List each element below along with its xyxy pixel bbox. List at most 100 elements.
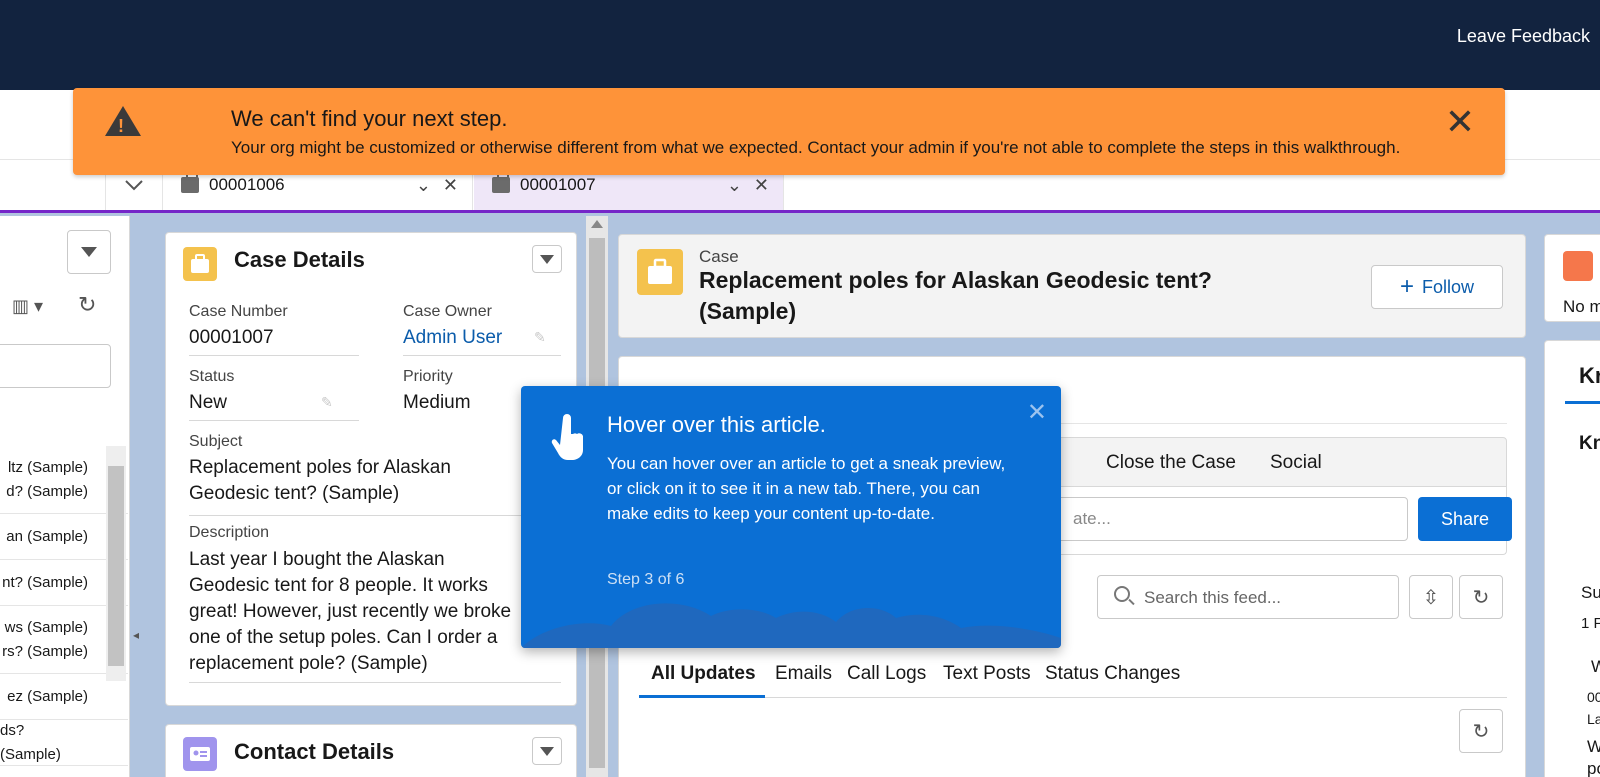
tab-social[interactable]: Social (1270, 452, 1322, 474)
follow-button[interactable]: + Follow (1371, 265, 1503, 309)
contact-card-icon (183, 737, 217, 771)
close-icon[interactable]: ✕ (443, 175, 458, 196)
feed-search-input[interactable]: Search this feed... (1097, 575, 1399, 619)
card-title: Contact Details (234, 739, 395, 764)
list-item-line: ds? (Sample) (0, 721, 61, 763)
tab-close-the-case[interactable]: Close the Case (1106, 452, 1236, 474)
tab-label: 00001006 (209, 175, 285, 194)
result-count: 1 F (1581, 615, 1600, 632)
description-label: Description (189, 524, 270, 541)
refresh-icon: ↻ (1472, 586, 1490, 609)
tab-call-logs[interactable]: Call Logs (847, 663, 926, 685)
close-icon[interactable]: ✕ (1445, 104, 1475, 140)
follow-label: Follow (1422, 276, 1475, 297)
hand-pointer-icon (551, 414, 583, 460)
record-header: Case Replacement poles for Alaskan Geode… (618, 234, 1526, 338)
chevron-down-icon[interactable]: ⌄ (727, 175, 742, 196)
refresh-icon[interactable]: ↻ (78, 292, 96, 318)
article-snippet: po (1587, 759, 1600, 777)
case-list-panel: ▥ ▾ ↻ ltz (Sample) d? (Sample) an (Sampl… (0, 216, 130, 777)
priority-value: Medium (403, 392, 471, 413)
article-meta: La (1587, 711, 1600, 727)
refresh-icon: ↻ (1472, 720, 1490, 743)
scroll-up-icon[interactable] (591, 220, 603, 228)
list-scrollbar[interactable] (106, 446, 126, 681)
subject-value-line: Replacement poles for Alaskan (189, 457, 451, 478)
divider (189, 420, 359, 421)
display-as-icon[interactable]: ▥ ▾ (12, 296, 43, 317)
list-item-line: nt? (Sample) (2, 573, 88, 591)
description-line: one of the setup poles. Can I order a (189, 627, 498, 648)
walkthrough-popover: Hover over this article. You can hover o… (521, 386, 1061, 648)
case-icon (183, 247, 217, 281)
triangle-down-icon (81, 247, 97, 257)
knowledge-title: Kn (1579, 433, 1600, 454)
edit-pencil-icon[interactable]: ✎ (534, 329, 546, 346)
list-item-line: rs? (Sample) (2, 642, 88, 660)
description-line: replacement pole? (Sample) (189, 653, 428, 674)
close-icon[interactable]: ✕ (1027, 398, 1047, 427)
banner-title: We can't find your next step. (231, 106, 508, 131)
tab-label: 00001007 (520, 175, 596, 194)
record-title-line: (Sample) (699, 298, 797, 324)
active-tab-indicator (1565, 401, 1600, 404)
card-actions-dropdown[interactable] (532, 737, 562, 765)
record-object-type: Case (699, 247, 739, 266)
divider (189, 355, 359, 356)
subject-label: Subject (189, 433, 243, 450)
share-button[interactable]: Share (1418, 497, 1512, 541)
contact-details-card: Contact Details (165, 724, 577, 777)
record-title-line: Replacement poles for Alaskan Geodesic t… (699, 267, 1212, 293)
tab-emails[interactable]: Emails (775, 663, 832, 685)
case-number-label: Case Number (189, 303, 288, 320)
list-item-line: ltz (Sample) (7, 458, 88, 476)
right-card-text: No m (1563, 297, 1600, 316)
article-snippet: W (1587, 737, 1600, 756)
tab-status-changes[interactable]: Status Changes (1045, 663, 1180, 685)
divider (189, 682, 561, 683)
subject-value-line: Geodesic tent? (Sample) (189, 483, 400, 504)
step-indicator: Step 3 of 6 (607, 571, 685, 588)
list-item-line: an (Sample) (6, 527, 88, 545)
refresh-feed-items-button[interactable]: ↻ (1459, 709, 1503, 753)
priority-label: Priority (403, 368, 453, 385)
status-label: Status (189, 368, 235, 385)
collapse-icon: ⇳ (1422, 586, 1440, 609)
scroll-thumb[interactable] (108, 466, 124, 666)
active-tab-indicator (639, 695, 765, 698)
tab-text-posts[interactable]: Text Posts (943, 663, 1031, 685)
card-actions-dropdown[interactable] (532, 245, 562, 273)
edit-pencil-icon[interactable]: ✎ (321, 394, 333, 411)
knowledge-tab[interactable]: Kr (1579, 363, 1600, 389)
search-placeholder: Search this feed... (1144, 588, 1282, 607)
warning-mark: ! (118, 116, 124, 136)
case-icon (492, 173, 510, 193)
case-number-value: 00001007 (189, 327, 274, 348)
close-icon[interactable]: ✕ (754, 175, 769, 196)
knowledge-card: Kr Kn Su 1 F W 00 La W po (1544, 340, 1600, 777)
collapse-panel-icon[interactable]: ◂ (133, 628, 139, 642)
flag-icon (1563, 251, 1593, 281)
tab-all-updates[interactable]: All Updates (651, 663, 756, 685)
list-item-line: ez (Sample) (7, 687, 88, 705)
banner-message: Your org might be customized or otherwis… (231, 138, 1401, 157)
suggested-label: Su (1581, 583, 1600, 602)
collapse-all-button[interactable]: ⇳ (1409, 575, 1453, 619)
case-icon (181, 173, 199, 193)
leave-feedback-link[interactable]: Leave Feedback (1457, 26, 1590, 47)
list-item[interactable]: ds? (Sample) (0, 720, 128, 766)
walkthrough-error-banner: ! We can't find your next step. Your org… (73, 88, 1505, 175)
popover-title: Hover over this article. (607, 412, 826, 437)
case-owner-link[interactable]: Admin User (403, 325, 502, 351)
card-title: Case Details (234, 247, 365, 272)
chevron-down-icon[interactable]: ⌄ (416, 175, 431, 196)
article-number: 00 (1587, 689, 1600, 705)
clouds-decoration (521, 603, 1061, 648)
list-search-input[interactable] (0, 344, 111, 388)
list-view-dropdown[interactable] (67, 230, 111, 274)
list-item-line: ws (Sample) (4, 618, 88, 636)
refresh-feed-button[interactable]: ↻ (1459, 575, 1503, 619)
divider (639, 697, 1507, 698)
article-link[interactable]: W (1591, 657, 1600, 677)
case-details-card: Case Details Case Number 00001007 Case O… (165, 232, 577, 706)
